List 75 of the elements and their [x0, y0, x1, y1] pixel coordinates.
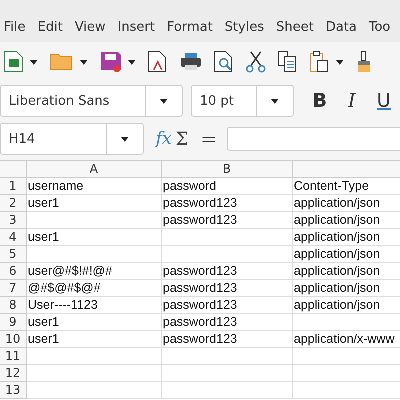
- menu-item[interactable]: Format: [163, 20, 221, 34]
- menu-item[interactable]: File: [0, 20, 34, 34]
- table-cell: user1: [27, 195, 162, 212]
- table-cell: user1: [27, 314, 162, 331]
- formula-button[interactable]: =: [200, 127, 218, 151]
- menu-item[interactable]: Too: [365, 20, 399, 34]
- font-name-box[interactable]: Liberation Sans: [0, 85, 183, 117]
- printer-icon[interactable]: [180, 52, 202, 72]
- table-cell: @#$@#$@#: [27, 280, 162, 297]
- menu-item[interactable]: Data: [322, 20, 365, 34]
- row-header[interactable]: 6: [0, 263, 27, 280]
- table-cell: application/json: [293, 229, 400, 246]
- table-cell: password123: [162, 212, 293, 229]
- table-cell: password123: [162, 297, 293, 314]
- table-cell: application/json: [293, 246, 400, 263]
- row-header[interactable]: 1: [0, 178, 27, 195]
- bold-button[interactable]: B: [304, 90, 336, 112]
- row-header[interactable]: 13: [0, 382, 27, 399]
- table-cell: application/json: [293, 263, 400, 280]
- caret-icon[interactable]: [271, 98, 279, 104]
- copy-icon[interactable]: [278, 51, 298, 73]
- caret-icon[interactable]: [160, 98, 168, 104]
- table-cell: password123: [162, 280, 293, 297]
- spreadsheet-icon[interactable]: [4, 51, 24, 73]
- row-header[interactable]: 8: [0, 297, 27, 314]
- pdf-icon[interactable]: [148, 51, 168, 73]
- font-size-box[interactable]: 10 pt: [191, 85, 294, 117]
- column-header[interactable]: B: [162, 161, 293, 178]
- caret-icon[interactable]: [128, 60, 136, 64]
- sum-button[interactable]: Σ: [176, 128, 189, 150]
- caret-icon[interactable]: [121, 136, 129, 142]
- menu-item[interactable]: View: [70, 20, 114, 34]
- caret-icon[interactable]: [336, 60, 344, 64]
- table-cell: application/json: [293, 280, 400, 297]
- row-header[interactable]: 12: [0, 365, 27, 382]
- table-cell: application/x-www: [293, 331, 400, 348]
- table-cell: password123: [162, 331, 293, 348]
- table-cell: Content-Type: [293, 178, 400, 195]
- row-header[interactable]: 5: [0, 246, 27, 263]
- menu-item[interactable]: Edit: [34, 20, 71, 34]
- table-cell: username: [27, 178, 162, 195]
- print-preview-icon[interactable]: [214, 51, 234, 73]
- row-header[interactable]: 10: [0, 331, 27, 348]
- table-cell: password123: [162, 263, 293, 280]
- column-header[interactable]: A: [27, 161, 162, 178]
- menu-item[interactable]: Sheet: [272, 20, 322, 34]
- row-header[interactable]: 9: [0, 314, 27, 331]
- caret-icon[interactable]: [30, 60, 38, 64]
- table-cell: password123: [162, 195, 293, 212]
- row-header[interactable]: 7: [0, 280, 27, 297]
- scissors-icon[interactable]: [246, 51, 266, 73]
- menu-item[interactable]: Styles: [220, 20, 272, 34]
- table-cell: application/json: [293, 212, 400, 229]
- formula-input[interactable]: [227, 127, 400, 151]
- underline-button[interactable]: U: [368, 90, 400, 112]
- caret-icon[interactable]: [80, 60, 88, 64]
- function-wizard-button[interactable]: fx: [156, 129, 172, 149]
- name-box[interactable]: H14: [0, 123, 144, 155]
- menu-item[interactable]: Insert: [114, 20, 164, 34]
- row-header[interactable]: 11: [0, 348, 27, 365]
- row-header[interactable]: 4: [0, 229, 27, 246]
- table-cell: password123: [162, 314, 293, 331]
- row-header[interactable]: 2: [0, 195, 27, 212]
- table-cell: user@#$!#!@#: [27, 263, 162, 280]
- table-cell: application/json: [293, 297, 400, 314]
- table-cell: user1: [27, 331, 162, 348]
- paintbrush-icon[interactable]: [356, 51, 372, 73]
- table-cell: application/json: [293, 195, 400, 212]
- italic-button[interactable]: I: [336, 90, 368, 112]
- clipboard-icon[interactable]: [310, 51, 330, 73]
- table-cell: user1: [27, 229, 162, 246]
- folder-icon[interactable]: [50, 53, 74, 71]
- table-cell: password: [162, 178, 293, 195]
- table-cell: User----1123: [27, 297, 162, 314]
- row-header[interactable]: 3: [0, 212, 27, 229]
